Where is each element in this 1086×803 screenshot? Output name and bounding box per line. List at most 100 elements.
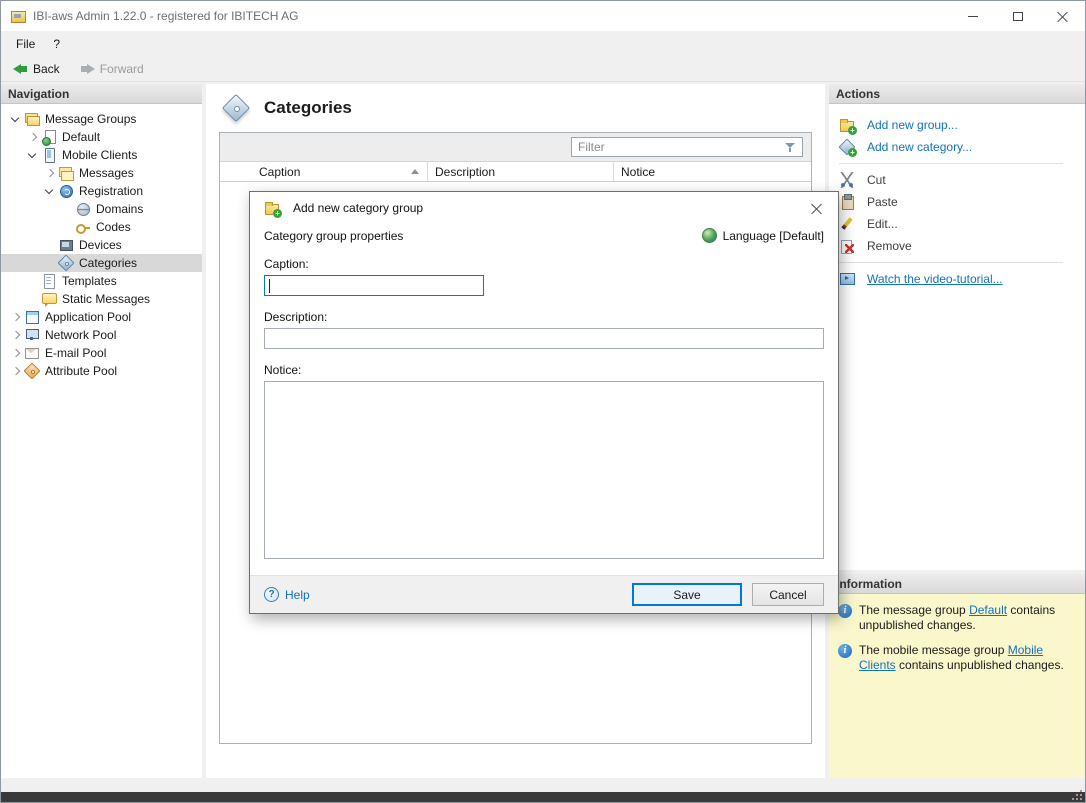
actions-list: + Add new group... + Add new category...… — [829, 104, 1085, 290]
action-add-new-category[interactable]: + Add new category... — [839, 136, 1079, 158]
minimize-button[interactable] — [950, 1, 995, 31]
help-icon: ? — [264, 587, 279, 602]
action-remove[interactable]: Remove — [839, 235, 1079, 257]
add-category-icon: + — [839, 139, 855, 155]
forward-button[interactable]: Forward — [73, 60, 151, 78]
action-label: Remove — [867, 239, 912, 253]
back-icon — [13, 64, 28, 74]
tree-item-devices[interactable]: Devices — [1, 236, 202, 254]
default-group-icon — [41, 129, 57, 145]
right-column: Actions + Add new group... + Add new cat… — [829, 84, 1085, 778]
mobile-clients-icon — [41, 147, 57, 163]
chevron-right-icon[interactable] — [41, 165, 58, 182]
notice-label: Notice: — [264, 363, 824, 377]
tree-item-mobile-clients[interactable]: Mobile Clients — [1, 146, 202, 164]
tree-item-default[interactable]: Default — [1, 128, 202, 146]
add-category-group-dialog: + Add new category group Category group … — [249, 191, 839, 614]
info-text: The message group Default contains unpub… — [859, 603, 1076, 633]
navigation-panel: Navigation Message Groups Default Mobile… — [1, 84, 202, 778]
action-paste[interactable]: Paste — [839, 191, 1079, 213]
information-body: i The message group Default contains unp… — [829, 594, 1085, 682]
window-controls — [950, 1, 1085, 31]
tree-item-email-pool[interactable]: E-mail Pool — [1, 344, 202, 362]
chevron-right-icon[interactable] — [24, 129, 41, 146]
tree-item-domains[interactable]: Domains — [1, 200, 202, 218]
page-title: Categories — [264, 98, 352, 118]
info-text: The mobile message group Mobile Clients … — [859, 643, 1076, 673]
tree-label: Default — [62, 130, 100, 144]
action-label: Add new group... — [867, 118, 958, 132]
tree-item-message-groups[interactable]: Message Groups — [1, 110, 202, 128]
save-button[interactable]: Save — [632, 583, 742, 606]
notice-textarea[interactable] — [264, 381, 824, 559]
description-label: Description: — [264, 310, 824, 324]
sort-ascending-icon — [411, 169, 419, 174]
dialog-body: Category group properties Language [Defa… — [250, 224, 838, 575]
chevron-down-icon[interactable] — [41, 183, 58, 200]
action-add-new-group[interactable]: + Add new group... — [839, 114, 1079, 136]
column-header-description[interactable]: Description — [428, 162, 614, 181]
tree-item-categories[interactable]: Categories — [1, 254, 202, 272]
tree-label: E-mail Pool — [45, 346, 106, 360]
action-watch-video-tutorial[interactable]: Watch the video-tutorial... — [839, 268, 1079, 290]
tree-item-static-messages[interactable]: Static Messages — [1, 290, 202, 308]
action-edit[interactable]: Edit... — [839, 213, 1079, 235]
caption-field — [264, 275, 484, 296]
tree-item-messages[interactable]: Messages — [1, 164, 202, 182]
cut-icon — [839, 172, 855, 188]
filter-input[interactable] — [572, 140, 784, 154]
language-selector[interactable]: Language [Default] — [702, 228, 824, 243]
domains-icon — [75, 201, 91, 217]
titlebar: IBI-aws Admin 1.22.0 - registered for IB… — [1, 1, 1085, 31]
separator — [839, 163, 1063, 164]
info-text-prefix: The mobile message group — [859, 643, 1008, 657]
statusbar — [1, 792, 1085, 802]
filter-funnel-icon[interactable] — [784, 141, 798, 154]
action-cut[interactable]: Cut — [839, 169, 1079, 191]
tree-label: Categories — [79, 256, 137, 270]
action-label: Paste — [867, 195, 898, 209]
caption-input[interactable] — [265, 276, 483, 295]
column-label: Caption — [259, 165, 300, 179]
close-button[interactable] — [1040, 1, 1085, 31]
column-header-caption[interactable]: Caption — [252, 162, 428, 181]
help-link[interactable]: ? Help — [264, 587, 622, 602]
tree-item-registration[interactable]: Registration — [1, 182, 202, 200]
description-input[interactable] — [265, 329, 823, 348]
menu-help[interactable]: ? — [44, 33, 69, 55]
filter-field — [571, 137, 803, 157]
chevron-right-icon[interactable] — [7, 345, 24, 362]
navigation-header: Navigation — [1, 84, 202, 104]
menu-file[interactable]: File — [7, 33, 44, 55]
tree-label: Messages — [79, 166, 134, 180]
chevron-right-icon[interactable] — [7, 309, 24, 326]
chevron-spacer — [41, 237, 58, 254]
statusbar-grip[interactable] — [1071, 790, 1083, 800]
chevron-down-icon[interactable] — [24, 147, 41, 164]
chevron-right-icon[interactable] — [7, 327, 24, 344]
description-field — [264, 328, 824, 349]
tree-item-network-pool[interactable]: Network Pool — [1, 326, 202, 344]
codes-icon — [75, 219, 91, 235]
back-button[interactable]: Back — [6, 60, 67, 78]
dialog-close-button[interactable] — [804, 196, 828, 220]
filter-bar — [220, 133, 811, 162]
tree-item-attribute-pool[interactable]: Attribute Pool — [1, 362, 202, 380]
column-header-notice[interactable]: Notice — [614, 162, 811, 181]
tree-item-templates[interactable]: Templates — [1, 272, 202, 290]
information-header: Information — [829, 574, 1085, 594]
cancel-button[interactable]: Cancel — [752, 583, 824, 606]
tree-item-codes[interactable]: Codes — [1, 218, 202, 236]
default-group-link[interactable]: Default — [969, 603, 1007, 617]
maximize-button[interactable] — [995, 1, 1040, 31]
chevron-right-icon[interactable] — [7, 363, 24, 380]
column-header-blank — [220, 162, 252, 181]
remove-icon — [839, 238, 855, 254]
add-group-icon: + — [839, 117, 855, 133]
content-title-row: Categories — [206, 84, 825, 126]
chevron-down-icon[interactable] — [7, 111, 24, 128]
chevron-spacer — [24, 273, 41, 290]
information-panel: Information i The message group Default … — [829, 574, 1085, 778]
tree-item-application-pool[interactable]: Application Pool — [1, 308, 202, 326]
info-message-mobile-clients: i The mobile message group Mobile Client… — [838, 643, 1076, 673]
